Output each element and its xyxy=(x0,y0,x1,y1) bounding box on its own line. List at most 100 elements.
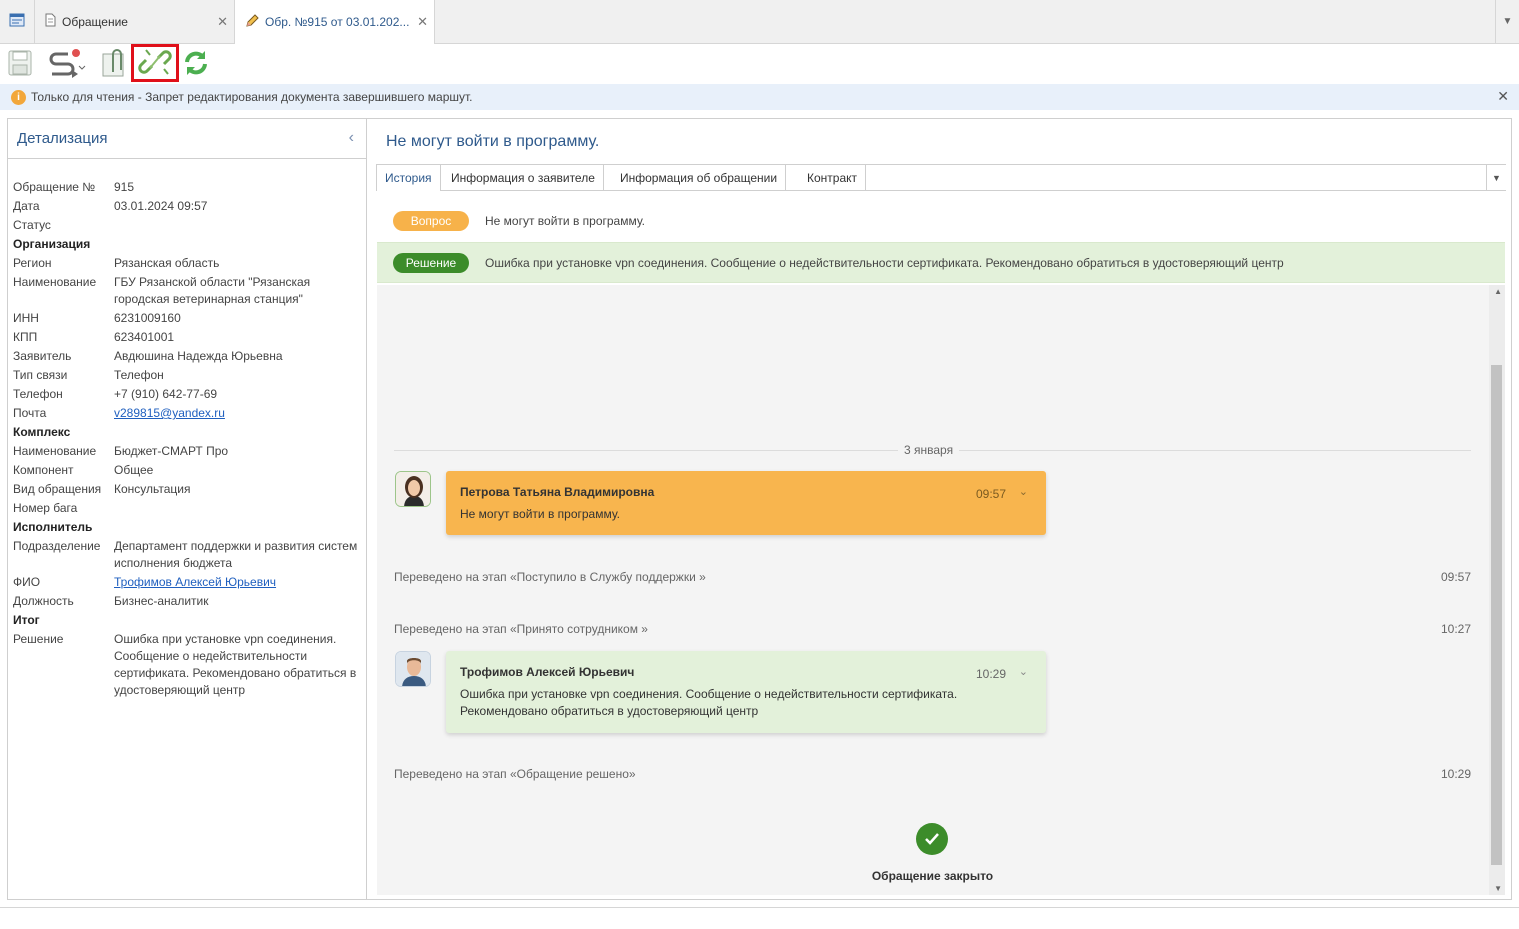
stage-time: 10:29 xyxy=(1440,767,1471,781)
document-icon xyxy=(45,13,56,30)
tab-appeal-info[interactable]: Информация об обращении xyxy=(612,165,787,191)
message-bubble: Петрова Татьяна Владимировна 09:57 ⌄ Не … xyxy=(446,471,1046,535)
prop-value: Телефон xyxy=(114,368,164,382)
prop-label: ФИО xyxy=(13,575,41,589)
prop-value: 03.01.2024 09:57 xyxy=(114,199,208,213)
prop-label: Телефон xyxy=(13,387,63,401)
section-heading: Исполнитель xyxy=(13,520,93,534)
details-title: Детализация xyxy=(17,130,108,147)
attachments-button[interactable] xyxy=(100,47,128,81)
closed-status: Обращение закрыто xyxy=(871,869,994,883)
prop-value: Общее xyxy=(114,463,154,477)
tab-applicant-info[interactable]: Информация о заявителе xyxy=(443,165,604,191)
refresh-icon xyxy=(181,48,211,81)
stage-text: Переведено на этап «Обращение решено» xyxy=(394,767,636,781)
close-icon[interactable]: ✕ xyxy=(417,14,428,30)
prop-value: Бизнес-аналитик xyxy=(114,594,209,608)
scroll-up-icon[interactable]: ▲ xyxy=(1494,287,1502,296)
email-link[interactable]: v289815@yandex.ru xyxy=(114,405,365,422)
solution-row: Решение Ошибка при установке vpn соедине… xyxy=(377,242,1505,283)
day-label: 3 января xyxy=(898,443,960,457)
chevron-down-icon[interactable]: ▼ xyxy=(1486,165,1506,191)
history-panel: Не могут войти в программу. История Инфо… xyxy=(367,118,1512,900)
stage-time: 09:57 xyxy=(1440,570,1471,584)
chevron-down-icon[interactable]: ▼ xyxy=(1495,0,1519,43)
chevron-left-icon[interactable]: ‹ xyxy=(349,129,354,147)
prop-value: Ошибка при установке vpn соединения. Соо… xyxy=(114,632,357,697)
prop-label: Номер бага xyxy=(13,501,78,515)
save-button[interactable] xyxy=(5,47,35,81)
scroll-thumb[interactable] xyxy=(1491,365,1502,865)
prop-value: Департамент поддержки и развития систем … xyxy=(114,539,358,570)
tab-appeal[interactable]: Обращение ✕ xyxy=(35,0,235,43)
content-tabs: История Информация о заявителе Информаци… xyxy=(376,164,1506,191)
prop-value: ГБУ Рязанской области "Рязанская городск… xyxy=(114,275,311,306)
close-icon[interactable]: ✕ xyxy=(217,14,228,30)
section-heading: Итог xyxy=(13,613,40,627)
tab-appeal-label: Обращение xyxy=(62,14,128,29)
broken-link-icon xyxy=(138,46,172,81)
prop-label: Решение xyxy=(13,632,64,646)
page-title: Не могут войти в программу. xyxy=(386,133,600,150)
prop-label: Должность xyxy=(13,594,74,608)
employee-link[interactable]: Трофимов Алексей Юрьевич xyxy=(114,574,365,591)
prop-label: Наименование xyxy=(13,275,97,289)
message-author: Петрова Татьяна Владимировна xyxy=(460,485,655,499)
details-header: Детализация ‹ xyxy=(8,119,366,159)
solution-badge: Решение xyxy=(393,252,469,273)
stage-event: Переведено на этап «Принято сотрудником … xyxy=(394,622,1471,636)
tab-contract[interactable]: Контракт xyxy=(799,165,867,191)
message-text: Не могут войти в программу. xyxy=(460,507,621,521)
section-heading: Организация xyxy=(13,237,91,251)
document-tabstrip: Обращение ✕ Обр. №915 от 03.01.202... ✕ … xyxy=(0,0,1519,44)
checkmark-icon xyxy=(916,823,948,855)
message-time: 10:29 xyxy=(975,667,1006,681)
window-icon xyxy=(9,13,25,30)
avatar xyxy=(395,471,431,507)
message-text: Ошибка при установке vpn соединения. Соо… xyxy=(460,687,958,718)
prop-label: Подразделение xyxy=(13,539,101,553)
readonly-infobar: i Только для чтения - Запрет редактирова… xyxy=(0,84,1519,110)
tab-appeal-915[interactable]: Обр. №915 от 03.01.202... ✕ xyxy=(235,0,435,44)
pencil-icon xyxy=(245,13,259,31)
prop-label: ИНН xyxy=(13,311,39,325)
prop-label: Обращение № xyxy=(13,180,96,194)
status-bar xyxy=(0,907,1519,929)
scrollbar[interactable]: ▲ ▼ xyxy=(1489,285,1505,895)
solution-text: Ошибка при установке vpn соединения. Соо… xyxy=(485,255,1284,270)
refresh-button[interactable] xyxy=(180,47,212,81)
details-properties: Обращение № 915 Дата 03.01.2024 09:57 Стат… xyxy=(13,179,365,701)
tab-history[interactable]: История xyxy=(376,165,441,191)
scroll-down-icon[interactable]: ▼ xyxy=(1494,884,1502,893)
chevron-down-icon[interactable]: ⌄ xyxy=(1019,485,1028,498)
toolbar xyxy=(0,44,1519,82)
prop-label: Вид обращения xyxy=(13,482,102,496)
details-panel: Детализация ‹ Обращение № 915 Дата 03.01.2… xyxy=(7,118,367,900)
stage-text: Переведено на этап «Принято сотрудником … xyxy=(394,622,648,636)
question-text: Не могут войти в программу. xyxy=(485,214,646,228)
prop-label: Заявитель xyxy=(13,349,72,363)
question-row: Вопрос Не могут войти в программу. xyxy=(377,201,1505,241)
section-heading: Комплекс xyxy=(13,425,71,439)
chevron-down-icon[interactable]: ⌄ xyxy=(1019,665,1028,678)
history-feed: 3 января Петрова Татьяна Владимировна 09… xyxy=(377,285,1505,895)
home-tab[interactable] xyxy=(0,0,35,43)
stage-event: Переведено на этап «Обращение решено» 10… xyxy=(394,767,1471,781)
question-badge: Вопрос xyxy=(393,211,469,231)
route-button[interactable] xyxy=(40,47,92,81)
prop-label: Тип связи xyxy=(13,368,68,382)
close-icon[interactable]: ✕ xyxy=(1497,88,1509,105)
prop-label: Регион xyxy=(13,256,52,270)
prop-label: Почта xyxy=(13,406,47,420)
unlink-button[interactable] xyxy=(131,44,179,82)
prop-label: КПП xyxy=(13,330,38,344)
prop-value xyxy=(114,500,365,517)
prop-label: Наименование xyxy=(13,444,97,458)
infobar-text: Только для чтения - Запрет редактировани… xyxy=(31,90,473,104)
paperclip-icon xyxy=(101,48,127,81)
day-separator: 3 января xyxy=(394,443,1471,457)
prop-label: Статус xyxy=(13,218,51,232)
prop-value: Консультация xyxy=(114,482,191,496)
stage-event: Переведено на этап «Поступило в Службу п… xyxy=(394,570,1471,584)
prop-value: 915 xyxy=(114,180,135,194)
